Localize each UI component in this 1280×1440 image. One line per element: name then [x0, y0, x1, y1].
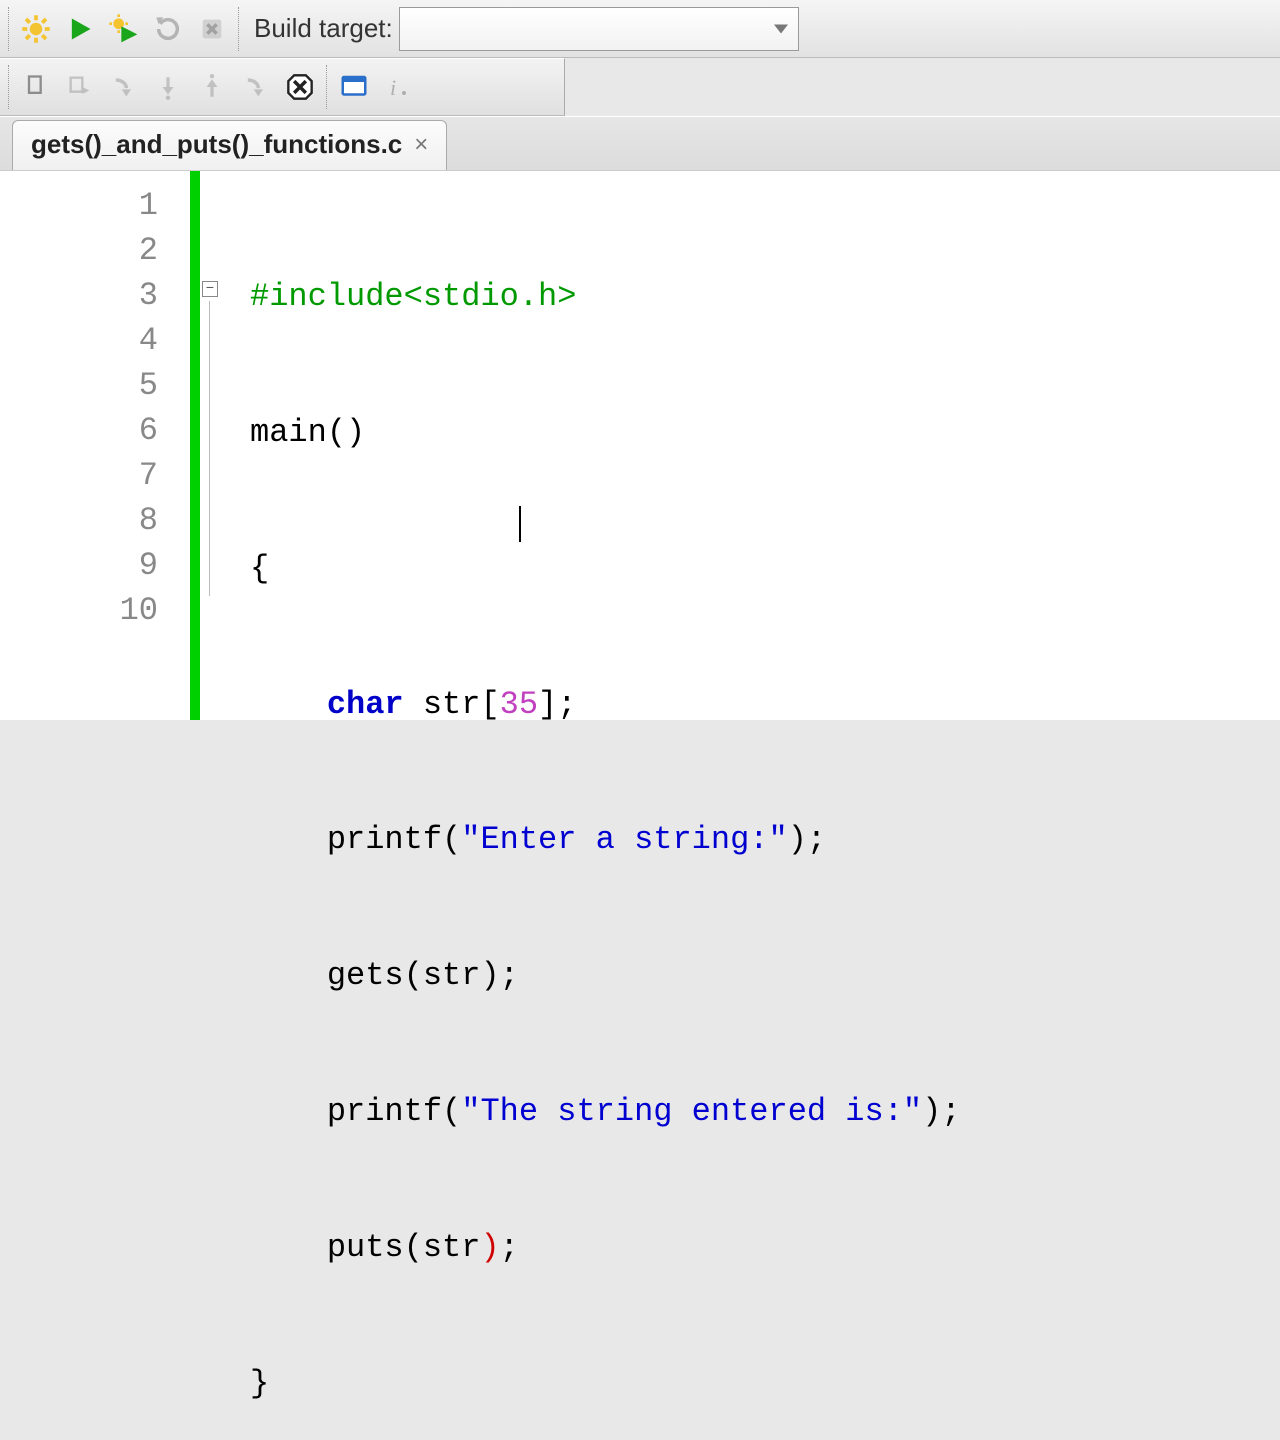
tab-filename: gets()_and_puts()_functions.c — [31, 129, 402, 160]
code-token: } — [250, 1365, 269, 1402]
line-number: 1 — [0, 183, 158, 228]
next-instr-icon[interactable] — [234, 65, 278, 109]
code-editor[interactable]: 1 2 3 4 5 6 7 8 9 10 − #include<stdio.h>… — [0, 170, 1280, 720]
code-token: char — [327, 686, 404, 723]
next-line-icon[interactable] — [102, 65, 146, 109]
build-target-label: Build target: — [254, 13, 393, 44]
code-token: ( — [404, 1229, 423, 1266]
code-token: gets — [327, 957, 404, 994]
stop-debug-icon[interactable] — [278, 65, 322, 109]
code-token: <stdio.h> — [404, 278, 577, 315]
code-token: ( — [404, 957, 423, 994]
tab-strip: gets()_and_puts()_functions.c × — [0, 116, 1280, 170]
code-token: str — [423, 1229, 481, 1266]
svg-text:i: i — [390, 75, 396, 100]
code-token: ; — [807, 821, 826, 858]
toolbar-sep — [326, 65, 328, 109]
code-token: puts — [327, 1229, 404, 1266]
code-token: #include — [250, 278, 404, 315]
code-token: printf — [327, 1093, 442, 1130]
code-token: ] — [538, 686, 557, 723]
line-number: 4 — [0, 318, 158, 363]
code-token: str — [404, 686, 481, 723]
toolbar-grip — [8, 65, 10, 109]
code-token: ) — [480, 1229, 499, 1266]
toolbar-grip — [8, 7, 10, 51]
line-number-gutter: 1 2 3 4 5 6 7 8 9 10 − — [0, 171, 200, 720]
rebuild-icon[interactable] — [146, 7, 190, 51]
code-token: main — [250, 414, 327, 451]
line-number: 8 — [0, 498, 158, 543]
build-target-combo[interactable] — [399, 7, 799, 51]
code-area[interactable]: #include<stdio.h> main() { char str[35];… — [200, 171, 1280, 720]
close-icon[interactable]: × — [414, 133, 428, 157]
build-icon[interactable] — [14, 7, 58, 51]
debug-start-icon[interactable] — [14, 65, 58, 109]
tab-file[interactable]: gets()_and_puts()_functions.c × — [12, 120, 447, 170]
line-number: 10 — [0, 588, 158, 633]
chevron-down-icon — [774, 24, 788, 33]
code-token: [ — [480, 686, 499, 723]
code-token: ) — [922, 1093, 941, 1130]
code-token: ( — [442, 821, 461, 858]
toolbar-debug: i — [0, 58, 565, 116]
run-to-cursor-icon[interactable] — [58, 65, 102, 109]
code-token: ) — [480, 957, 499, 994]
code-token: ; — [500, 1229, 519, 1266]
info-icon[interactable]: i — [376, 65, 420, 109]
code-token: printf — [327, 821, 442, 858]
code-token: ( — [327, 414, 346, 451]
code-token: "The string entered is:" — [461, 1093, 922, 1130]
build-and-run-icon[interactable] — [102, 7, 146, 51]
code-token: ; — [557, 686, 576, 723]
text-cursor — [519, 506, 521, 542]
line-number: 5 — [0, 363, 158, 408]
code-token: "Enter a string:" — [461, 821, 787, 858]
run-icon[interactable] — [58, 7, 102, 51]
step-into-icon[interactable] — [146, 65, 190, 109]
code-token: { — [250, 550, 269, 587]
debug-window-icon[interactable] — [332, 65, 376, 109]
toolbar-sep — [238, 7, 240, 51]
line-number: 7 — [0, 453, 158, 498]
code-token: 35 — [500, 686, 538, 723]
line-number: 9 — [0, 543, 158, 588]
line-number: 2 — [0, 228, 158, 273]
step-out-icon[interactable] — [190, 65, 234, 109]
code-token: ) — [346, 414, 365, 451]
code-token: str — [423, 957, 481, 994]
line-number: 6 — [0, 408, 158, 453]
code-token: ; — [941, 1093, 960, 1130]
code-token: ) — [788, 821, 807, 858]
toolbar-build: Build target: — [0, 0, 1280, 58]
code-token: ; — [500, 957, 519, 994]
line-number: 3 — [0, 273, 158, 318]
code-token: ( — [442, 1093, 461, 1130]
abort-icon[interactable] — [190, 7, 234, 51]
